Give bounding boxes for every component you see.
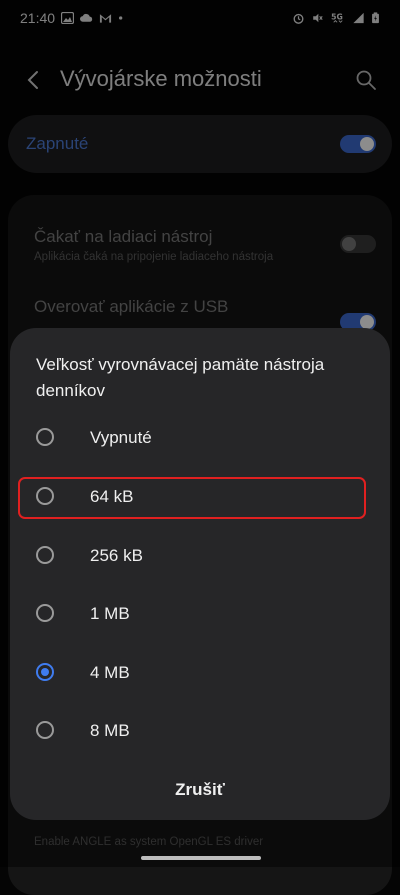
buffer-size-dialog: Veľkosť vyrovnávacej pamäte nástroja den…: [10, 328, 390, 820]
option-label: 8 MB: [90, 721, 130, 740]
option-label: 256 kB: [90, 546, 143, 565]
option-label: 4 MB: [90, 663, 130, 682]
radio-button-selected[interactable]: [36, 663, 54, 681]
option-label: 1 MB: [90, 604, 130, 623]
radio-button[interactable]: [36, 721, 54, 739]
option-8mb[interactable]: 8 MB: [20, 709, 378, 753]
radio-button[interactable]: [36, 604, 54, 622]
option-label: Vypnuté: [90, 428, 152, 447]
navigation-handle[interactable]: [141, 856, 261, 860]
radio-button[interactable]: [36, 428, 54, 446]
option-vypnute[interactable]: Vypnuté: [20, 416, 378, 460]
dialog-title: Veľkosť vyrovnávacej pamäte nástroja den…: [36, 355, 325, 400]
option-4mb[interactable]: 4 MB: [20, 651, 378, 695]
option-256kb[interactable]: 256 kB: [20, 534, 378, 578]
radio-button[interactable]: [36, 546, 54, 564]
option-1mb[interactable]: 1 MB: [20, 592, 378, 636]
cancel-button[interactable]: Zrušiť: [10, 772, 390, 808]
highlight-box: [18, 477, 366, 519]
